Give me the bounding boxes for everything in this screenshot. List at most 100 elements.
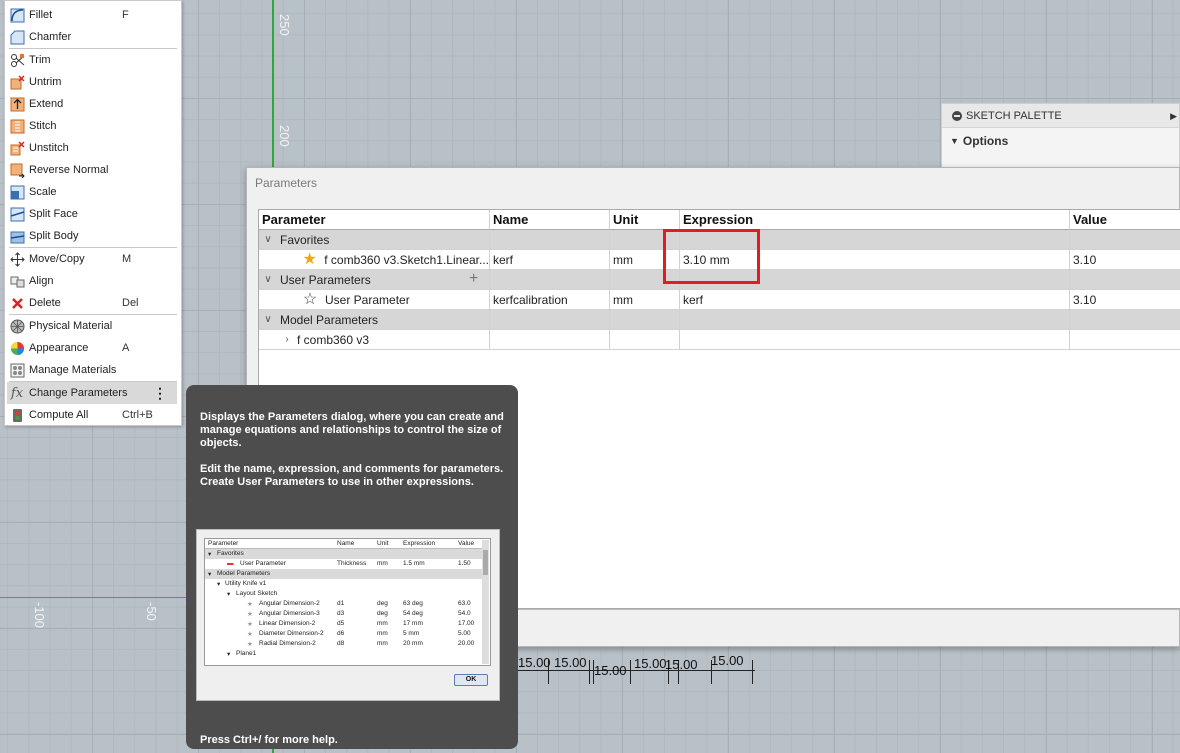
change-parameters-tooltip: Displays the Parameters dialog, where yo… (186, 385, 518, 749)
column-header-unit[interactable]: Unit (610, 210, 680, 230)
tooltip-description: Edit the name, expression, and comments … (200, 463, 504, 488)
extend-icon (9, 96, 25, 112)
preview-scrollbar (482, 540, 489, 664)
favorite-star-icon[interactable]: ★ (301, 251, 318, 269)
chevron-down-icon[interactable]: ∨ (262, 234, 274, 245)
chevron-down-icon[interactable]: ∨ (262, 274, 274, 285)
dimension-label[interactable]: 15.00 (594, 663, 627, 678)
preview-row: ★ Diameter Dimension-2 d6 mm 5 mm 5.00 (247, 630, 471, 638)
menu-item-split-body[interactable]: Split Body (5, 225, 181, 247)
more-options-icon[interactable]: ⋮ (153, 385, 167, 402)
chamfer-icon (9, 29, 25, 45)
menu-item-manage-materials[interactable]: Manage Materials (5, 359, 181, 381)
preview-row: ▾ Model Parameters (205, 569, 483, 579)
add-user-parameter-icon[interactable]: + (469, 270, 478, 288)
ruler-label: -50 (144, 602, 159, 621)
dimension-label[interactable]: 15.00 (554, 655, 587, 670)
appearance-icon (9, 340, 25, 356)
name-cell[interactable]: kerf (490, 250, 610, 270)
group-row-model-parameters[interactable]: ∨ Model Parameters (259, 310, 1180, 330)
modify-menu: Fillet F Chamfer Trim Untrim Extend Stit… (4, 0, 182, 426)
scale-icon (9, 184, 25, 200)
menu-item-scale[interactable]: Scale (5, 181, 181, 203)
value-cell: 3.10 (1070, 250, 1180, 270)
star-outline-icon[interactable]: ☆ (301, 291, 319, 309)
align-icon (9, 273, 25, 289)
menu-item-stitch[interactable]: Stitch (5, 115, 181, 137)
highlight-annotation (663, 229, 760, 284)
palette-options-section[interactable]: ▼ Options (942, 128, 1179, 154)
table-header: Parameter Name Unit Expression Value (259, 210, 1180, 230)
sketch-palette-title: SKETCH PALETTE (966, 109, 1062, 122)
sketch-palette-header[interactable]: SKETCH PALETTE ▶ (942, 104, 1179, 128)
sketch-dimensions: 15.00 15.00 15.00 15.00 15.00 15.00 (518, 650, 778, 690)
preview-row: ▾ Layout Sketch (227, 590, 278, 598)
menu-item-split-face[interactable]: Split Face (5, 203, 181, 225)
menu-item-compute-all[interactable]: Compute All Ctrl+B (5, 404, 181, 426)
palette-options-label: Options (962, 134, 1009, 148)
split-face-icon (9, 206, 25, 222)
ruler-label: 200 (277, 125, 292, 147)
delete-icon (9, 295, 25, 311)
menu-item-extend[interactable]: Extend (5, 93, 181, 115)
menu-item-untrim[interactable]: Untrim (5, 71, 181, 93)
preview-ok-button: OK (454, 674, 488, 686)
menu-item-change-parameters[interactable]: fx Change Parameters ⋮ (7, 382, 177, 404)
menu-item-fillet[interactable]: Fillet F (5, 4, 181, 26)
ruler-label: -100 (32, 602, 47, 629)
chevron-down-icon[interactable]: ∨ (262, 314, 274, 325)
column-header-expression[interactable]: Expression (680, 210, 1070, 230)
tooltip-help-hint: Press Ctrl+/ for more help. (200, 734, 338, 746)
sketch-palette: SKETCH PALETTE ▶ ▼ Options (941, 103, 1180, 169)
dimension-label[interactable]: 15.00 (711, 653, 744, 668)
dimension-tick (589, 660, 590, 684)
manage-materials-icon (9, 362, 25, 378)
menu-item-align[interactable]: Align (5, 270, 181, 292)
fx-icon: fx (10, 385, 24, 401)
preview-row: ▾ Utility Knife v1 (217, 580, 267, 588)
value-cell: 3.10 (1070, 290, 1180, 310)
fillet-icon (9, 7, 25, 23)
column-header-value[interactable]: Value (1070, 210, 1180, 230)
untrim-icon (9, 74, 25, 90)
reverse-normal-icon (9, 162, 25, 178)
menu-item-chamfer[interactable]: Chamfer (5, 26, 181, 48)
unstitch-icon (9, 140, 25, 156)
table-row[interactable]: › f comb360 v3 (259, 330, 1180, 350)
menu-item-physical-material[interactable]: Physical Material (5, 315, 181, 337)
tooltip-preview-image: Parameter Name Unit Expression Value ▾ Fa… (196, 529, 500, 701)
stitch-icon (9, 118, 25, 134)
menu-item-trim[interactable]: Trim (5, 49, 181, 71)
preview-row: ▾ Plane1 (227, 650, 257, 658)
dimension-label[interactable]: 15.00 (665, 657, 698, 672)
unit-cell[interactable]: mm (610, 290, 680, 310)
preview-row: ★ Angular Dimension-3 d3 deg 54 deg 54.0 (247, 610, 471, 618)
column-header-parameter[interactable]: Parameter (259, 210, 490, 230)
dimension-label[interactable]: 15.00 (518, 655, 551, 670)
preview-row: ▬ User Parameter Thickness mm 1.5 mm 1.5… (227, 560, 471, 567)
preview-table: Parameter Name Unit Expression Value ▾ Fa… (204, 538, 491, 666)
dimension-label[interactable]: 15.00 (634, 656, 667, 671)
menu-item-delete[interactable]: Delete Del (5, 292, 181, 314)
chevron-right-icon[interactable]: › (281, 334, 293, 345)
expression-cell[interactable]: kerf (680, 290, 1070, 310)
physical-material-icon (9, 318, 25, 334)
trim-icon (9, 52, 25, 68)
preview-row: ★ Angular Dimension-2 d1 deg 63 deg 63.0 (247, 600, 471, 608)
tooltip-description: Displays the Parameters dialog, where yo… (200, 411, 504, 449)
ruler-label: 250 (277, 14, 292, 36)
menu-item-appearance[interactable]: Appearance A (5, 337, 181, 359)
table-row[interactable]: ☆ User Parameter kerfcalibration mm kerf … (259, 290, 1180, 310)
move-icon (9, 251, 25, 267)
menu-item-move-copy[interactable]: Move/Copy M (5, 248, 181, 270)
column-header-name[interactable]: Name (490, 210, 610, 230)
dialog-title: Parameters (255, 176, 318, 190)
collapse-icon[interactable] (952, 110, 962, 121)
dimension-tick (752, 660, 753, 684)
menu-item-reverse-normal[interactable]: Reverse Normal (5, 159, 181, 181)
menu-item-unstitch[interactable]: Unstitch (5, 137, 181, 159)
preview-row: ▾ Favorites (205, 549, 483, 559)
preview-header: Parameter Name Unit Expression Value (205, 539, 483, 549)
name-cell[interactable]: kerfcalibration (490, 290, 610, 310)
chevron-right-icon[interactable]: ▶ (1170, 111, 1177, 122)
